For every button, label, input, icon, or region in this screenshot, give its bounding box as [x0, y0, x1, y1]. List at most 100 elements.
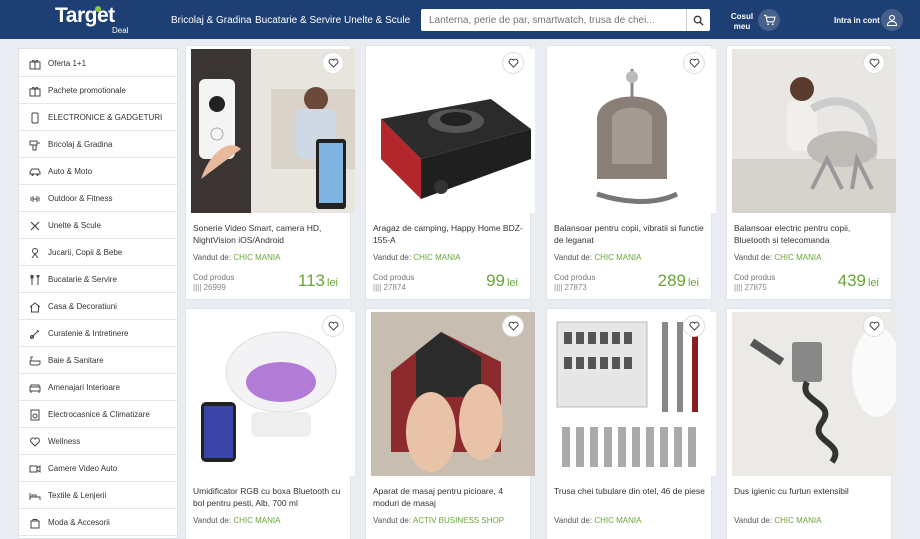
favorite-button[interactable] — [863, 315, 885, 337]
tools-icon — [28, 219, 42, 233]
product-card[interactable]: Aragaz de camping, Happy Home BDZ-155-A … — [365, 45, 535, 300]
product-price: 113 lei — [298, 271, 338, 291]
drill-icon — [28, 138, 42, 152]
heart-icon — [328, 58, 338, 68]
sidebar-item-wellness[interactable]: Wellness — [19, 429, 177, 455]
cart-button[interactable] — [758, 9, 780, 31]
logo-dot — [95, 6, 101, 12]
bag-icon — [28, 516, 42, 530]
sidebar-item-pachete[interactable]: Pachete promotionale — [19, 78, 177, 104]
seller-name[interactable]: CHIC MANIA — [774, 253, 821, 262]
cart-label-line1: Cosul — [730, 12, 754, 21]
seller-prefix: Vandut de: — [554, 253, 593, 262]
sidebar-item-bricolaj[interactable]: Bricolaj & Gradina — [19, 132, 177, 158]
nav-link-unelte[interactable]: Unelte & Scule — [344, 15, 410, 26]
product-title[interactable]: Aragaz de camping, Happy Home BDZ-155-A — [373, 222, 527, 246]
code-label: Cod produs — [193, 273, 235, 282]
seller-name[interactable]: CHIC MANIA — [233, 516, 280, 525]
sidebar-item-moda[interactable]: Moda & Accesorii — [19, 510, 177, 536]
sidebar-item-outdoor[interactable]: Outdoor & Fitness — [19, 186, 177, 212]
heart-icon — [869, 321, 879, 331]
seller-name[interactable]: CHIC MANIA — [774, 516, 821, 525]
favorite-button[interactable] — [863, 52, 885, 74]
sidebar-item-label: Jucarii, Copii & Bebe — [48, 248, 123, 257]
heart-icon — [328, 321, 338, 331]
favorite-button[interactable] — [322, 52, 344, 74]
search-button[interactable] — [686, 9, 710, 31]
sidebar-item-label: Moda & Accesorii — [48, 518, 110, 527]
sidebar-item-label: Camere Video Auto — [48, 464, 118, 473]
seller-line: Vandut de: CHIC MANIA — [373, 253, 460, 262]
sidebar-item-amenajari[interactable]: Amenajari Interioare — [19, 375, 177, 401]
top-header: Target Deal Bricolaj & Gradina Bucatarie… — [0, 0, 920, 39]
user-icon — [886, 14, 898, 26]
product-card[interactable]: Sonerie Video Smart, camera HD, NightVis… — [185, 45, 355, 300]
heart-icon — [508, 58, 518, 68]
favorite-button[interactable] — [502, 52, 524, 74]
sidebar-item-label: Unelte & Scule — [48, 221, 101, 230]
logo[interactable]: Target Deal — [55, 4, 135, 36]
product-code: |||| 27874 — [373, 283, 406, 292]
product-card[interactable]: Balansoar pentru copii, vibratii si func… — [546, 45, 716, 300]
search-input[interactable] — [421, 9, 685, 31]
sidebar-item-label: Oferta 1+1 — [48, 59, 87, 68]
seller-line: Vandut de: CHIC MANIA — [734, 516, 821, 525]
product-title[interactable]: Aparat de masaj pentru picioare, 4 modur… — [373, 485, 527, 509]
favorite-button[interactable] — [502, 315, 524, 337]
product-title[interactable]: Umidificator RGB cu boxa Bluetooth cu bo… — [193, 485, 347, 509]
favorite-button[interactable] — [683, 315, 705, 337]
code-label: Cod produs — [373, 273, 415, 282]
product-price: 439 lei — [838, 271, 879, 291]
seller-prefix: Vandut de: — [373, 516, 412, 525]
sidebar-item-baie[interactable]: Baie & Sanitare — [19, 348, 177, 374]
gift-icon — [28, 57, 42, 71]
code-label: Cod produs — [554, 273, 596, 282]
search-icon — [693, 15, 704, 26]
seller-name[interactable]: CHIC MANIA — [594, 253, 641, 262]
sidebar-item-oferta[interactable]: Oferta 1+1 — [19, 51, 177, 77]
heart-icon — [869, 58, 879, 68]
login-label[interactable]: Intra in cont — [834, 16, 880, 25]
spray-icon — [28, 327, 42, 341]
sidebar-item-label: Wellness — [48, 437, 81, 446]
favorite-button[interactable] — [322, 315, 344, 337]
sidebar-item-casa[interactable]: Casa & Decoratiuni — [19, 294, 177, 320]
barcode-icon: |||| — [373, 283, 382, 292]
seller-name[interactable]: ACTIV BUSINESS SHOP — [413, 516, 504, 525]
bath-icon — [28, 354, 42, 368]
sidebar-item-jucarii[interactable]: Jucarii, Copii & Bebe — [19, 240, 177, 266]
sidebar-item-bucatarie[interactable]: Bucatarie & Servire — [19, 267, 177, 293]
sidebar-item-camere[interactable]: Camere Video Auto — [19, 456, 177, 482]
sidebar-item-auto[interactable]: Auto & Moto — [19, 159, 177, 185]
price-value: 439 — [837, 271, 866, 290]
sidebar-item-label: Bucatarie & Servire — [48, 275, 117, 284]
sidebar-item-electrocasnice[interactable]: Electrocasnice & Climatizare — [19, 402, 177, 428]
product-card[interactable]: Aparat de masaj pentru picioare, 4 modur… — [365, 308, 535, 539]
favorite-button[interactable] — [683, 52, 705, 74]
account-button[interactable] — [881, 9, 903, 31]
seller-name[interactable]: CHIC MANIA — [594, 516, 641, 525]
product-card[interactable]: Trusa chei tubulare din otel, 46 de pies… — [546, 308, 716, 539]
product-title[interactable]: Dus igienic cu furtun extensibil — [734, 485, 888, 497]
cart-label[interactable]: Cosul meu — [730, 12, 754, 32]
sidebar-item-curatenie[interactable]: Curatenie & Intretinere — [19, 321, 177, 347]
sidebar-item-textile[interactable]: Textile & Lenjerii — [19, 483, 177, 509]
nav-link-bucatarie[interactable]: Bucatarie & Servire — [255, 15, 341, 26]
sidebar-item-electronice[interactable]: ELECTRONICE & GADGETURI — [19, 105, 177, 131]
product-code: |||| 26999 — [193, 283, 226, 292]
product-card[interactable]: Balansoar electric pentru copii, Bluetoo… — [726, 45, 896, 300]
seller-name[interactable]: CHIC MANIA — [233, 253, 280, 262]
seller-line: Vandut de: CHIC MANIA — [734, 253, 821, 262]
cutlery-icon — [28, 273, 42, 287]
sidebar-item-unelte[interactable]: Unelte & Scule — [19, 213, 177, 239]
price-value: 289 — [657, 271, 686, 290]
product-title[interactable]: Trusa chei tubulare din otel, 46 de pies… — [554, 485, 708, 497]
product-card[interactable]: Umidificator RGB cu boxa Bluetooth cu bo… — [185, 308, 355, 539]
product-title[interactable]: Sonerie Video Smart, camera HD, NightVis… — [193, 222, 347, 246]
seller-name[interactable]: CHIC MANIA — [413, 253, 460, 262]
product-title[interactable]: Balansoar electric pentru copii, Bluetoo… — [734, 222, 888, 246]
product-card[interactable]: Dus igienic cu furtun extensibil Vandut … — [726, 308, 896, 539]
nav-link-bricolaj[interactable]: Bricolaj & Gradina — [171, 15, 252, 26]
product-title[interactable]: Balansoar pentru copii, vibratii si func… — [554, 222, 708, 246]
camera-icon — [28, 462, 42, 476]
